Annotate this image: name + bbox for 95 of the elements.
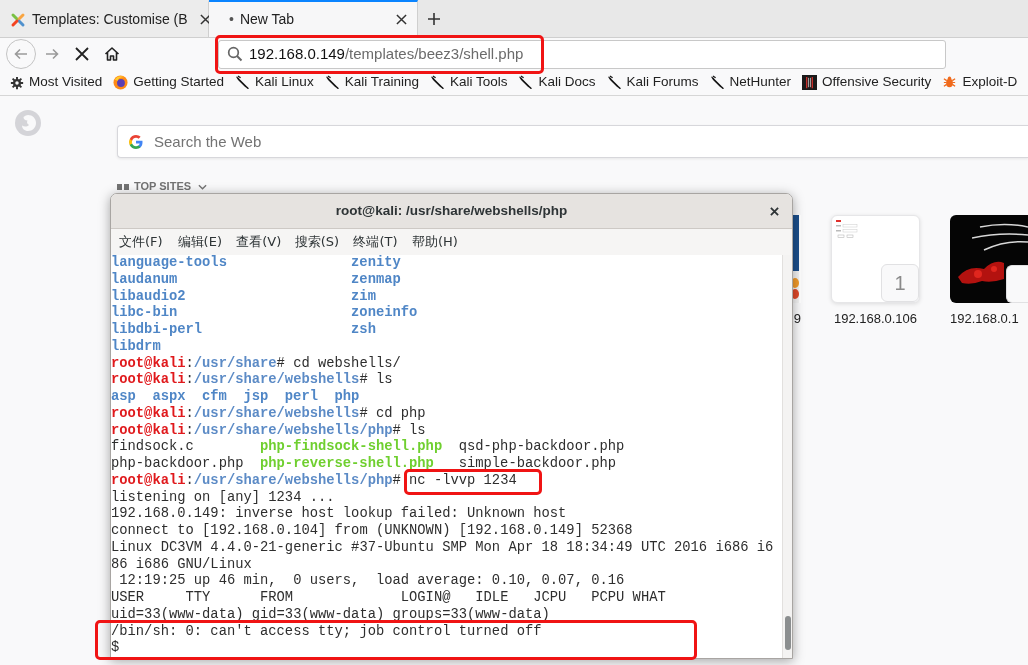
file-name: simple-backdoor.php (458, 456, 617, 471)
directory-name: zim (351, 288, 376, 304)
wand-icon (606, 75, 622, 90)
directory-name: libc-bin (111, 305, 178, 321)
bug-icon (942, 75, 958, 90)
directory-name: laudanum (111, 271, 178, 287)
output-line: uid=33(www-data) gid=33(www-data) groups=33(www-data) (111, 606, 550, 622)
shell-prompt: root@kali:/usr/share/webshells# (111, 405, 368, 421)
plus-icon[interactable] (427, 11, 441, 26)
tile-label[interactable]: 192.168.0.1 (950, 311, 1028, 327)
file-name: findsock.c (111, 439, 194, 455)
file-name: php-reverse-shell.php (260, 456, 434, 471)
search-icon (227, 46, 243, 62)
directory-name: libdbi-perl (111, 322, 203, 337)
wand-icon (518, 75, 534, 90)
command-text: ls (375, 372, 393, 388)
file-name: php-findsock-shell.php (260, 439, 443, 455)
bookmark-item[interactable]: Exploit-D (942, 72, 1018, 93)
wand-icon (429, 75, 445, 90)
directory-name: zoneinfo (351, 305, 418, 321)
bookmark-item[interactable]: Getting Started (113, 72, 225, 93)
directory-name: zenity (351, 255, 401, 270)
output-line: $ (111, 640, 120, 656)
bookmark-item[interactable]: Kali Docs (518, 72, 596, 93)
directory-name: cfm (202, 389, 227, 404)
section-heading: TOP SITES (134, 181, 192, 192)
command-text: cd webshells/ (293, 355, 401, 371)
caret-icon[interactable] (198, 183, 208, 190)
output-line: 12:19:25 up 46 min, 0 users, load average: 0.10, 0.07, 0.16 (118, 573, 625, 589)
command-text: cd php (375, 405, 426, 421)
menu-item[interactable]: 帮助(H) (403, 232, 463, 252)
directory-name: perl (284, 389, 318, 404)
browser-logo-icon (113, 75, 129, 90)
close-icon[interactable] (199, 14, 211, 25)
blank-tile (1006, 265, 1028, 303)
output-line: /bin/sh: 0: can't access tty; job control turned off (111, 623, 542, 639)
output-line: connect to [192.168.0.104] from (UNKNOWN) [192.168.0.149] 52368 (111, 523, 633, 538)
directory-name: jsp (243, 389, 269, 404)
bookmark-item[interactable]: NetHunter (709, 72, 792, 93)
directory-name: aspx (152, 389, 186, 404)
browser-tab[interactable]: Templates: Customise (B (0, 0, 209, 37)
streaks-drawing (972, 221, 1028, 251)
command-text: ls (409, 422, 426, 438)
directory-name: language-tools (111, 255, 227, 270)
output-line: USER TTY FROM LOGIN@ IDLE JCPU PCPU WHAT (111, 590, 666, 605)
menu-item[interactable]: 搜索(S) (286, 232, 346, 252)
directory-name: zenmap (351, 271, 401, 287)
site-thumbnail[interactable] (950, 215, 1028, 303)
striped-tile-icon (802, 75, 818, 90)
shell-prompt: root@kali:/usr/share/webshells/php# (111, 472, 401, 488)
home-icon[interactable] (104, 46, 120, 62)
directory-name: libaudio2 (111, 288, 186, 304)
bookmark-item[interactable]: Kali Linux (235, 72, 314, 93)
file-name: qsd-php-backdoor.php (458, 439, 625, 455)
output-line: 86 i686 GNU/Linux (111, 556, 252, 572)
site-letter-tile: 1 (881, 264, 919, 302)
close-icon[interactable] (770, 206, 779, 216)
directory-name: zsh (351, 322, 376, 337)
output-line: listening on [any] 1234 ... (111, 489, 335, 505)
g-logo-icon (128, 134, 144, 150)
stop-icon[interactable] (75, 47, 89, 61)
menu-item[interactable]: 终端(T) (345, 232, 404, 252)
menu-item[interactable]: 查看(V) (228, 232, 287, 252)
directory-name: libdrm (111, 338, 161, 354)
shell-prompt: root@kali:/usr/share/webshells# (111, 372, 368, 388)
file-name: php-backdoor.php (111, 456, 244, 471)
shell-prompt: root@kali:/usr/share/webshells/php# (111, 422, 401, 438)
bookmark-item[interactable]: Most Visited (10, 72, 103, 93)
arrow-left-icon (13, 46, 29, 62)
menu-item[interactable]: 文件(F) (111, 232, 170, 252)
tile-label[interactable]: 192.168.0.106 (833, 311, 918, 327)
bookmark-item[interactable]: Kali Training (324, 72, 419, 93)
directory-name: asp (111, 389, 136, 404)
output-line: Linux DC3VM 4.4.0-21-generic #37-Ubuntu SMP Mon Apr 18 18:34:49 UTC 2016 i686 i6 (111, 539, 774, 555)
wand-icon (324, 75, 340, 90)
search-field[interactable]: Search the Web (117, 125, 1028, 158)
window-title: root@kali: /usr/share/webshells/php (335, 201, 568, 220)
browser-tab[interactable]: • New Tab (209, 0, 418, 37)
pinwheel-logo-icon (10, 11, 26, 28)
output-line: 192.168.0.149: inverse host lookup failed: Unknown host (111, 506, 567, 522)
wand-icon (235, 75, 251, 90)
bookmark-item[interactable]: Kali Forums (606, 72, 699, 93)
menu-item[interactable]: 编辑(E) (169, 232, 229, 252)
bookmark-item[interactable]: Kali Tools (429, 72, 508, 93)
directory-name: php (334, 389, 360, 404)
grid-icon (117, 183, 129, 190)
command-text: nc -lvvp 1234 (409, 472, 517, 488)
bookmark-item[interactable]: Offensive Security (802, 72, 932, 93)
tile-label[interactable]: 9 (793, 311, 801, 327)
shell-prompt: root@kali:/usr/share# (111, 355, 285, 371)
wand-icon (709, 75, 725, 90)
close-icon[interactable] (396, 14, 407, 25)
gear-icon (10, 75, 24, 90)
circle-logo-icon (14, 109, 42, 137)
scrollbar-thumb[interactable] (784, 616, 791, 650)
